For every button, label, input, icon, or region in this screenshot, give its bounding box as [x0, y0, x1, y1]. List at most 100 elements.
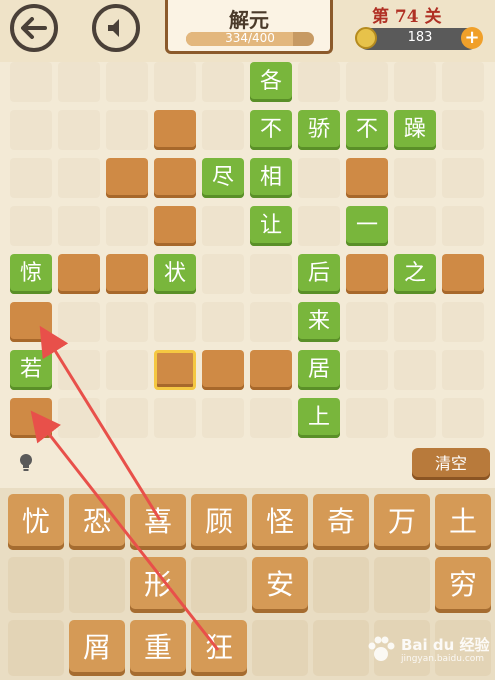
level-label: 第 74 关: [372, 7, 442, 27]
board-cell-selected[interactable]: [154, 350, 196, 390]
character-tile[interactable]: 万: [374, 494, 430, 550]
board-cell-empty: [250, 398, 292, 438]
board-cell-blank[interactable]: [154, 158, 196, 198]
board-cell-empty: [202, 206, 244, 246]
board-cell-empty: [202, 302, 244, 342]
character-tile[interactable]: 怪: [252, 494, 308, 550]
board-cell-empty: [394, 158, 436, 198]
rank-title: 解元: [229, 8, 269, 32]
board-cell-filled[interactable]: 不: [346, 110, 388, 150]
board-cell-empty: [442, 302, 484, 342]
watermark-url: jingyan.baidu.com: [401, 654, 485, 664]
board-cell-filled[interactable]: 骄: [298, 110, 340, 150]
board-cell-filled[interactable]: 惊: [10, 254, 52, 294]
board-cell-empty: [394, 62, 436, 102]
board-cell-filled[interactable]: 不: [250, 110, 292, 150]
board-cell-blank[interactable]: [154, 206, 196, 246]
board-cell-filled[interactable]: 若: [10, 350, 52, 390]
character-tile[interactable]: 屑: [69, 620, 125, 676]
board-cell-blank[interactable]: [10, 302, 52, 342]
progress-bar: 334/400: [186, 32, 314, 46]
character-tile[interactable]: 形: [130, 557, 186, 613]
board-cell-empty: [346, 62, 388, 102]
board-cell-filled[interactable]: 之: [394, 254, 436, 294]
character-tile[interactable]: 顾: [191, 494, 247, 550]
character-tile[interactable]: 穷: [435, 557, 491, 613]
board-cell-empty: [58, 110, 100, 150]
tile-slot-empty: [8, 620, 64, 676]
character-tile[interactable]: 重: [130, 620, 186, 676]
board-cell-empty: [346, 398, 388, 438]
character-tile[interactable]: 奇: [313, 494, 369, 550]
board-cell-blank[interactable]: [106, 254, 148, 294]
board-cell-filled[interactable]: 尽: [202, 158, 244, 198]
board-cell-filled[interactable]: 一: [346, 206, 388, 246]
character-tile[interactable]: 喜: [130, 494, 186, 550]
board-cell-empty: [394, 398, 436, 438]
board-cell-empty: [106, 302, 148, 342]
board-cell-filled[interactable]: 各: [250, 62, 292, 102]
board-cell-empty: [346, 350, 388, 390]
add-coins-button[interactable]: +: [461, 27, 483, 49]
board-cell-empty: [58, 206, 100, 246]
board-cell-blank[interactable]: [250, 350, 292, 390]
tile-slot-empty: [313, 620, 369, 676]
board-cell-filled[interactable]: 后: [298, 254, 340, 294]
progress-text: 334/400: [225, 32, 275, 45]
board-cell-filled[interactable]: 上: [298, 398, 340, 438]
character-tile[interactable]: 恐: [69, 494, 125, 550]
lightbulb-icon[interactable]: [17, 452, 35, 474]
tile-slot-empty: [252, 620, 308, 676]
board-cell-blank[interactable]: [346, 254, 388, 294]
board-cell-empty: [298, 206, 340, 246]
board-cell-empty: [298, 158, 340, 198]
board-cell-empty: [202, 110, 244, 150]
board-cell-empty: [202, 62, 244, 102]
board-cell-empty: [58, 350, 100, 390]
paw-icon: [368, 636, 395, 661]
board-cell-empty: [394, 302, 436, 342]
arrow-left-icon: [21, 17, 47, 39]
board-cell-empty: [346, 302, 388, 342]
board-cell-empty: [58, 398, 100, 438]
character-tile[interactable]: 安: [252, 557, 308, 613]
character-tile[interactable]: 忧: [8, 494, 64, 550]
tile-slot-empty: [69, 557, 125, 613]
clear-button[interactable]: 清空: [412, 448, 490, 480]
board-cell-empty: [442, 110, 484, 150]
board-cell-filled[interactable]: 相: [250, 158, 292, 198]
board-cell-filled[interactable]: 躁: [394, 110, 436, 150]
board-cell-empty: [154, 398, 196, 438]
board-cell-empty: [250, 254, 292, 294]
board-cell-empty: [394, 206, 436, 246]
board-cell-filled[interactable]: 来: [298, 302, 340, 342]
top-bar: 解元 334/400 第 74 关 183 +: [0, 0, 495, 62]
board-cell-blank[interactable]: [154, 110, 196, 150]
board-cell-empty: [10, 206, 52, 246]
board-cell-blank[interactable]: [442, 254, 484, 294]
board-cell-blank[interactable]: [10, 398, 52, 438]
board-cell-filled[interactable]: 让: [250, 206, 292, 246]
board-cell-blank[interactable]: [106, 158, 148, 198]
baidu-watermark: Bai du 经验 jingyan.baidu.com: [365, 628, 490, 672]
board-cell-filled[interactable]: 居: [298, 350, 340, 390]
board-cell-empty: [106, 206, 148, 246]
watermark-title: Bai du 经验: [401, 636, 490, 654]
board-cell-blank[interactable]: [202, 350, 244, 390]
tile-slot-empty: [374, 557, 430, 613]
back-button[interactable]: [10, 4, 58, 52]
character-tile[interactable]: 土: [435, 494, 491, 550]
board-cell-empty: [442, 350, 484, 390]
character-tile[interactable]: 狂: [191, 620, 247, 676]
coin-count: 183: [407, 30, 433, 45]
board-cell-filled[interactable]: 状: [154, 254, 196, 294]
board-cell-empty: [394, 350, 436, 390]
board-cell-empty: [298, 62, 340, 102]
board-cell-blank[interactable]: [346, 158, 388, 198]
board-cell-empty: [202, 254, 244, 294]
board-cell-empty: [10, 62, 52, 102]
board-cell-empty: [442, 206, 484, 246]
board-cell-blank[interactable]: [58, 254, 100, 294]
board-cell-empty: [106, 62, 148, 102]
sound-button[interactable]: [92, 4, 140, 52]
